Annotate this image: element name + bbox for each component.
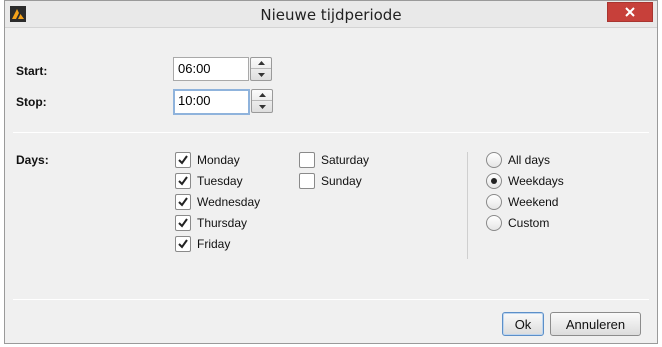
- stop-spinner: [251, 89, 273, 113]
- radio-weekdays[interactable]: Weekdays: [486, 173, 564, 189]
- checkbox-label: Thursday: [197, 216, 248, 230]
- radio-label: Custom: [508, 216, 550, 230]
- checkbox-label: Monday: [197, 153, 240, 167]
- check-icon: [175, 236, 191, 252]
- dialog-window: Nieuwe tijdperiode Start: 06:00 Stop: 10…: [4, 0, 658, 344]
- stop-time-field[interactable]: 10:00: [173, 89, 273, 115]
- stop-label: Stop:: [16, 95, 47, 109]
- ok-button[interactable]: Ok: [502, 312, 544, 336]
- arrow-up-icon: [257, 61, 265, 65]
- radio-selected-icon: [486, 173, 502, 189]
- radio-label: All days: [508, 153, 551, 167]
- checkbox-label: Friday: [197, 237, 231, 251]
- radio-weekend[interactable]: Weekend: [486, 194, 558, 210]
- radio-label: Weekdays: [508, 174, 564, 188]
- checkbox-tuesday[interactable]: Tuesday: [175, 173, 243, 189]
- start-spinner: [250, 57, 272, 81]
- checkbox-sunday[interactable]: Sunday: [299, 173, 362, 189]
- section-divider: [13, 132, 649, 133]
- arrow-down-icon: [258, 104, 266, 109]
- radio-custom[interactable]: Custom: [486, 215, 549, 231]
- arrow-up-icon: [258, 93, 266, 97]
- title-bar: Nieuwe tijdperiode: [5, 1, 657, 28]
- checkbox-monday[interactable]: Monday: [175, 152, 240, 168]
- check-icon: [175, 152, 191, 168]
- checkbox-label: Saturday: [321, 153, 370, 167]
- checkbox-friday[interactable]: Friday: [175, 236, 230, 252]
- check-icon: [175, 215, 191, 231]
- start-time-field[interactable]: 06:00: [173, 57, 272, 81]
- stop-decrement-button[interactable]: [252, 101, 272, 112]
- checkbox-empty-icon: [299, 173, 315, 189]
- start-label: Start:: [16, 64, 48, 78]
- close-icon: [625, 7, 635, 17]
- check-icon: [175, 194, 191, 210]
- radio-label: Weekend: [508, 195, 559, 209]
- arrow-down-icon: [257, 72, 265, 77]
- checkbox-saturday[interactable]: Saturday: [299, 152, 369, 168]
- vertical-divider: [467, 152, 468, 259]
- stop-increment-button[interactable]: [252, 90, 272, 101]
- start-decrement-button[interactable]: [251, 69, 271, 80]
- radio-unselected-icon: [486, 215, 502, 231]
- radio-unselected-icon: [486, 194, 502, 210]
- window-title: Nieuwe tijdperiode: [260, 6, 402, 24]
- checkbox-label: Tuesday: [197, 174, 243, 188]
- checkbox-empty-icon: [299, 152, 315, 168]
- start-time-value: 06:00: [178, 61, 211, 76]
- close-button[interactable]: [607, 2, 653, 22]
- checkbox-label: Sunday: [321, 174, 362, 188]
- days-label: Days:: [16, 153, 49, 167]
- footer-divider: [13, 299, 649, 300]
- checkbox-label: Wednesday: [197, 195, 261, 209]
- radio-all-days[interactable]: All days: [486, 152, 550, 168]
- check-icon: [175, 173, 191, 189]
- radio-unselected-icon: [486, 152, 502, 168]
- checkbox-wednesday[interactable]: Wednesday: [175, 194, 260, 210]
- cancel-button[interactable]: Annuleren: [550, 312, 641, 336]
- stop-time-value: 10:00: [178, 93, 211, 108]
- start-increment-button[interactable]: [251, 58, 271, 69]
- checkbox-thursday[interactable]: Thursday: [175, 215, 247, 231]
